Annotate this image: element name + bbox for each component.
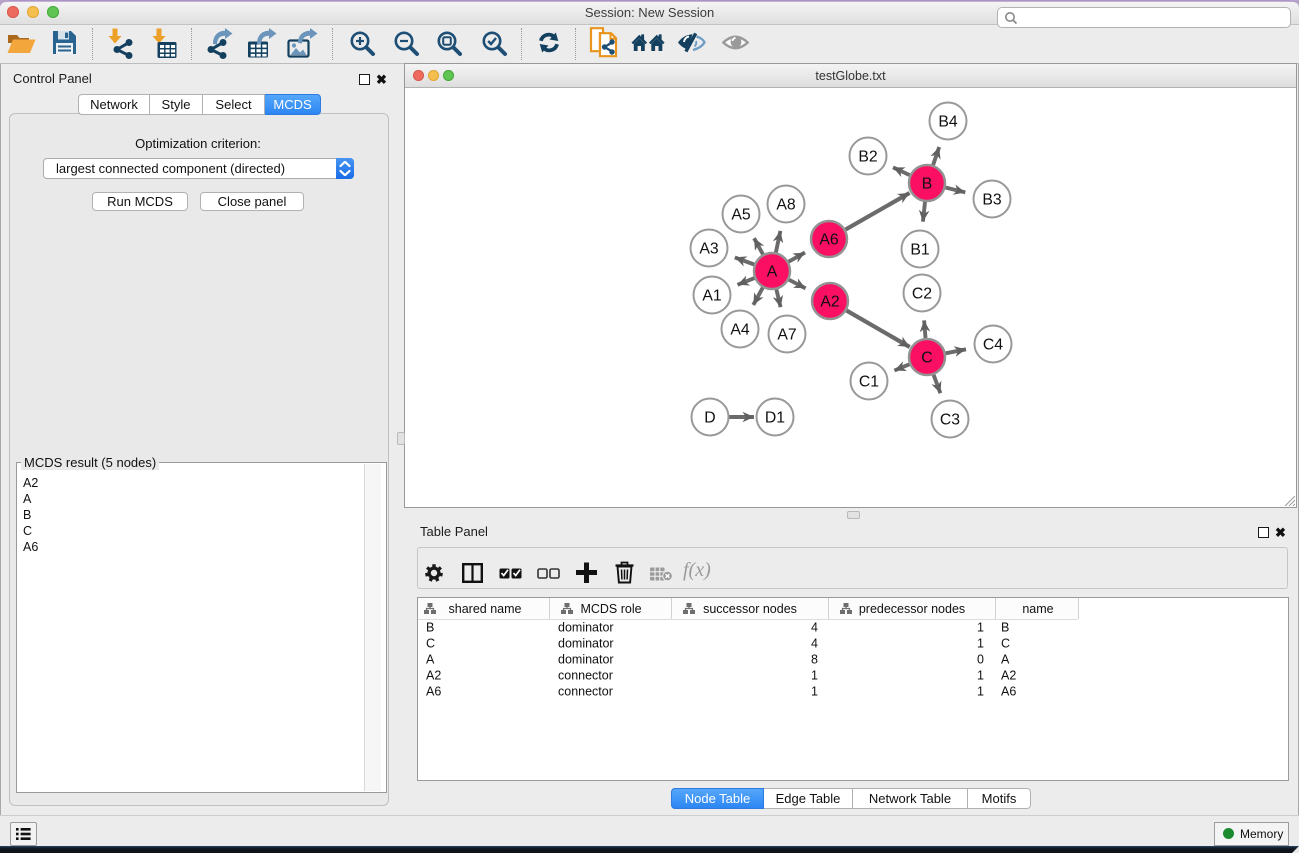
- svg-text:D1: D1: [765, 410, 785, 427]
- svg-text:D: D: [704, 410, 715, 427]
- svg-text:1: 1: [977, 669, 984, 683]
- svg-text:MCDS role: MCDS role: [580, 602, 641, 616]
- svg-text:B1: B1: [910, 242, 930, 259]
- svg-text:0: 0: [977, 653, 984, 667]
- svg-text:C3: C3: [940, 412, 960, 429]
- svg-text:B: B: [426, 621, 434, 635]
- svg-text:dominator: dominator: [558, 637, 614, 651]
- svg-text:C2: C2: [912, 286, 932, 303]
- svg-text:1: 1: [811, 685, 818, 699]
- svg-text:1: 1: [977, 621, 984, 635]
- svg-text:B: B: [1001, 621, 1009, 635]
- svg-text:A2: A2: [820, 294, 839, 311]
- svg-text:A1: A1: [702, 288, 722, 305]
- svg-text:C1: C1: [859, 374, 879, 391]
- svg-text:A5: A5: [731, 207, 751, 224]
- svg-text:A: A: [426, 653, 435, 667]
- svg-text:A2: A2: [426, 669, 441, 683]
- svg-text:A4: A4: [730, 322, 750, 339]
- svg-text:C: C: [921, 350, 932, 367]
- svg-text:A3: A3: [699, 241, 719, 258]
- svg-text:A: A: [767, 264, 778, 281]
- svg-text:A6: A6: [1001, 685, 1016, 699]
- svg-text:A: A: [1001, 653, 1010, 667]
- svg-text:A6: A6: [819, 232, 839, 249]
- svg-text:1: 1: [977, 685, 984, 699]
- svg-text:A8: A8: [776, 197, 796, 214]
- svg-text:successor nodes: successor nodes: [703, 602, 797, 616]
- svg-text:B2: B2: [858, 149, 877, 166]
- svg-text:1: 1: [811, 669, 818, 683]
- svg-text:A6: A6: [426, 685, 441, 699]
- svg-text:dominator: dominator: [558, 621, 614, 635]
- svg-text:1: 1: [977, 637, 984, 651]
- svg-text:B: B: [922, 176, 933, 193]
- svg-text:4: 4: [811, 637, 818, 651]
- svg-text:B3: B3: [982, 192, 1002, 209]
- svg-text:C: C: [426, 637, 435, 651]
- svg-text:name: name: [1022, 602, 1053, 616]
- svg-text:4: 4: [811, 621, 818, 635]
- svg-text:connector: connector: [558, 669, 613, 683]
- svg-text:connector: connector: [558, 685, 613, 699]
- svg-text:C: C: [1001, 637, 1010, 651]
- svg-text:predecessor nodes: predecessor nodes: [859, 602, 965, 616]
- svg-text:C4: C4: [983, 337, 1003, 354]
- svg-text:dominator: dominator: [558, 653, 614, 667]
- svg-text:A2: A2: [1001, 669, 1016, 683]
- svg-text:shared name: shared name: [449, 602, 522, 616]
- svg-text:B4: B4: [938, 114, 958, 131]
- svg-text:8: 8: [811, 653, 818, 667]
- svg-text:A7: A7: [777, 327, 796, 344]
